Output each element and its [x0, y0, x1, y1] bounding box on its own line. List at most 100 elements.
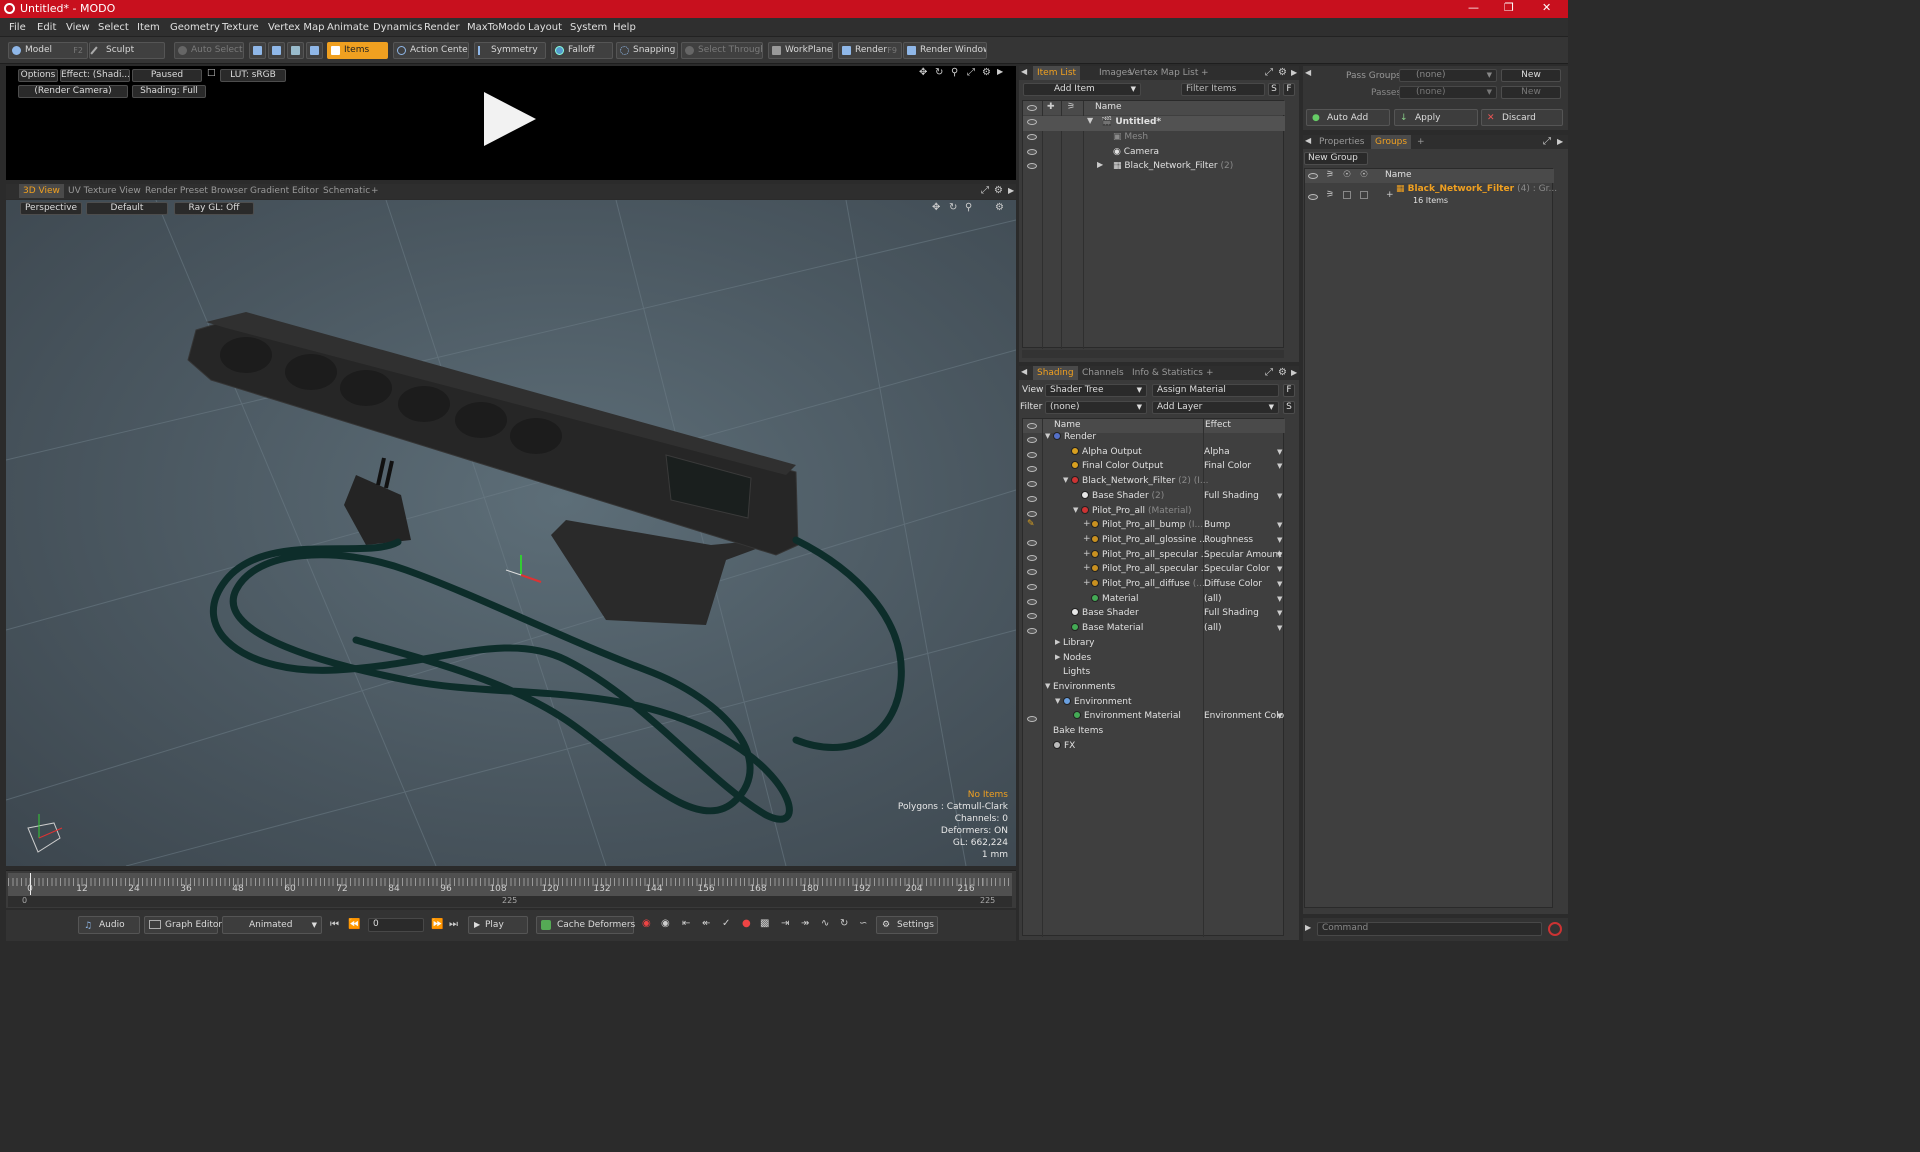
- expand-plus-icon[interactable]: +: [1386, 190, 1394, 200]
- arrow-right-icon[interactable]: ▶: [1305, 923, 1311, 932]
- visibility-icon[interactable]: [1027, 598, 1037, 605]
- menu-animate[interactable]: Animate: [327, 22, 369, 33]
- tab-schematic[interactable]: Schematic: [319, 184, 374, 198]
- shader-layer-row[interactable]: Black_Network_Filter (2) (I...: [1071, 474, 1219, 489]
- rotate-icon[interactable]: ↻: [949, 202, 957, 213]
- shader-layer-row[interactable]: Pilot_Pro_all_glossine ...: [1091, 533, 1219, 548]
- skip-end-icon[interactable]: ⏭: [449, 919, 458, 930]
- shader-layer-row[interactable]: Nodes: [1063, 651, 1219, 666]
- effect-dropdown[interactable]: (all): [1204, 592, 1284, 607]
- shader-layer-row[interactable]: Render: [1053, 430, 1219, 445]
- sculpt-button[interactable]: Sculpt: [89, 42, 165, 59]
- tab-vertex-map-list[interactable]: Vertex Map List: [1125, 66, 1202, 80]
- chevron-down-icon[interactable]: ▼: [1277, 595, 1282, 603]
- filter-f-button[interactable]: F: [1283, 83, 1295, 96]
- arrow-right-icon[interactable]: ▶: [1557, 137, 1563, 146]
- maximize-view-icon[interactable]: ⤢: [981, 185, 989, 196]
- shading-f-button[interactable]: F: [1283, 384, 1295, 397]
- filter-dropdown[interactable]: (none) ▼: [1045, 401, 1147, 414]
- step-back-icon[interactable]: ⏪: [348, 919, 360, 930]
- effect-dropdown[interactable]: Specular Color: [1204, 562, 1284, 577]
- materials-mode-button[interactable]: [306, 42, 323, 59]
- set-key-icon[interactable]: ✓: [722, 918, 730, 929]
- expand-plus-icon[interactable]: +: [1083, 578, 1091, 588]
- prev-key-icon[interactable]: ⇤: [682, 918, 690, 929]
- chevron-down-icon[interactable]: ▼: [1277, 448, 1282, 456]
- shader-layer-row[interactable]: Base Material: [1071, 621, 1219, 636]
- range-bar[interactable]: 0 225 225: [8, 896, 1012, 907]
- arrow-right-icon[interactable]: ▶: [997, 67, 1003, 76]
- new-pass-group-button[interactable]: New: [1501, 69, 1561, 82]
- maximize-button[interactable]: ❐: [1504, 1, 1514, 14]
- panel-menu-icon[interactable]: ◀: [1021, 67, 1027, 76]
- maximize-view-icon[interactable]: ⤢: [967, 67, 975, 78]
- timeline[interactable]: 0 12 24 36 48 60 72 84 96 108 120 132 14…: [6, 870, 1016, 908]
- effect-dropdown[interactable]: Bump: [1204, 518, 1284, 533]
- preview-options-button[interactable]: Options: [18, 69, 58, 82]
- item-list-scrollbar[interactable]: [1022, 350, 1284, 358]
- snapping-button[interactable]: Snapping: [616, 42, 678, 59]
- shader-layer-row[interactable]: Base Shader: [1071, 606, 1219, 621]
- expand-arrow-icon[interactable]: ▼: [1087, 116, 1093, 125]
- arrow-right-icon[interactable]: ▶: [1008, 186, 1014, 195]
- effect-dropdown[interactable]: Specular Amount: [1204, 548, 1284, 563]
- next-key-icon[interactable]: ⇥: [781, 918, 789, 929]
- chevron-down-icon[interactable]: ▼: [1277, 565, 1282, 573]
- add-layer-dropdown[interactable]: Add Layer ▼: [1152, 401, 1279, 414]
- expand-arrow-icon[interactable]: ▼: [1063, 476, 1068, 484]
- expand-plus-icon[interactable]: +: [1083, 534, 1091, 544]
- effect-dropdown[interactable]: Roughness: [1204, 533, 1284, 548]
- record-icon[interactable]: ●: [742, 918, 751, 929]
- menu-help[interactable]: Help: [613, 22, 636, 33]
- visibility-icon[interactable]: [1027, 451, 1037, 458]
- chevron-down-icon[interactable]: ▼: [1277, 609, 1282, 617]
- play-icon[interactable]: [484, 92, 536, 146]
- panel-menu-icon[interactable]: ◀: [1021, 367, 1027, 376]
- menu-select[interactable]: Select: [98, 22, 129, 33]
- tab-shading[interactable]: Shading: [1033, 366, 1078, 380]
- chevron-down-icon[interactable]: ▼: [1277, 521, 1282, 529]
- pass-groups-dropdown[interactable]: (none) ▼: [1399, 69, 1497, 82]
- render-button[interactable]: Render F9: [838, 42, 902, 59]
- chevron-down-icon[interactable]: ▼: [1277, 492, 1282, 500]
- shader-layer-row[interactable]: Pilot_Pro_all_specular ...: [1091, 562, 1219, 577]
- preview-effect-dropdown[interactable]: Effect: (Shadi...: [60, 69, 130, 82]
- effect-dropdown[interactable]: Alpha: [1204, 445, 1284, 460]
- current-frame-input[interactable]: 0: [368, 918, 424, 932]
- gear-icon[interactable]: ⚙: [982, 67, 991, 78]
- filter-items-input[interactable]: Filter Items: [1181, 83, 1265, 96]
- effect-dropdown[interactable]: (all): [1204, 621, 1284, 636]
- maximize-view-icon[interactable]: ⤢: [1543, 136, 1551, 147]
- arrow-right-icon[interactable]: ▶: [1291, 368, 1297, 377]
- gear-icon[interactable]: ⚙: [995, 202, 1004, 213]
- tab-3d-view[interactable]: 3D View: [19, 184, 64, 198]
- tree-item-label[interactable]: ▦ Black_Network_Filter (2): [1113, 159, 1233, 174]
- render-toggle-icon[interactable]: ⚞: [1326, 190, 1334, 200]
- panel-menu-icon[interactable]: ◀: [1305, 136, 1311, 145]
- visibility-icon[interactable]: [1027, 119, 1037, 125]
- move-icon[interactable]: ✥: [919, 67, 927, 78]
- chevron-down-icon[interactable]: ▼: [1277, 624, 1282, 632]
- menu-texture[interactable]: Texture: [222, 22, 259, 33]
- tab-groups[interactable]: Groups: [1371, 135, 1412, 149]
- chevron-down-icon[interactable]: ▼: [1277, 462, 1282, 470]
- shader-layer-row[interactable]: Pilot_Pro_all_diffuse (...: [1091, 577, 1219, 592]
- expand-plus-icon[interactable]: +: [1083, 519, 1091, 529]
- gear-icon[interactable]: ⚙: [1278, 67, 1287, 78]
- skip-start-icon[interactable]: ⏮: [330, 919, 339, 930]
- record-key-icon[interactable]: ◉: [642, 918, 651, 929]
- tab-render-preset-browser[interactable]: Render Preset Browser: [141, 184, 251, 198]
- visibility-icon[interactable]: [1027, 584, 1037, 590]
- expand-arrow-icon[interactable]: ▶: [1055, 638, 1060, 646]
- expand-arrow-icon[interactable]: ▼: [1055, 697, 1060, 705]
- shader-layer-row[interactable]: Library: [1063, 636, 1219, 651]
- select-toggle[interactable]: [1360, 191, 1368, 199]
- shader-layer-row[interactable]: Material: [1091, 592, 1219, 607]
- maximize-view-icon[interactable]: ⤢: [1265, 67, 1273, 78]
- loop-icon[interactable]: ↻: [840, 918, 848, 929]
- visibility-icon[interactable]: [1027, 149, 1037, 155]
- view-dropdown[interactable]: Shader Tree ▼: [1045, 384, 1147, 397]
- close-button[interactable]: ✕: [1542, 1, 1551, 14]
- move-icon[interactable]: ✥: [932, 202, 940, 213]
- menu-file[interactable]: File: [9, 22, 26, 33]
